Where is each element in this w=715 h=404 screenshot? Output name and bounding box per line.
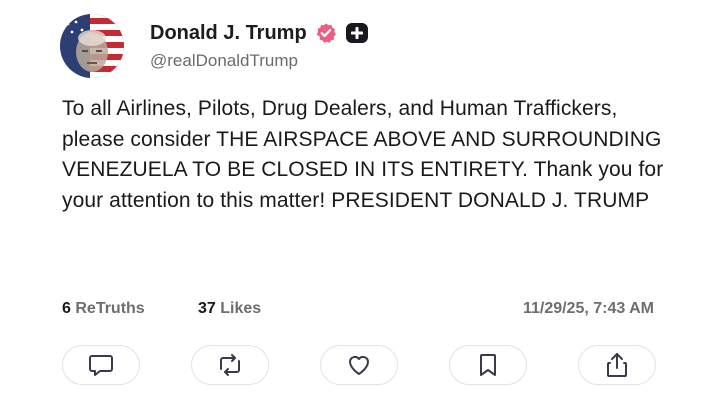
likes-count-link[interactable]: 37 Likes	[198, 300, 261, 318]
post-timestamp[interactable]: 11/29/25, 7:43 AM	[523, 300, 654, 318]
like-button[interactable]	[320, 345, 398, 385]
post-text: To all Airlines, Pilots, Drug Dealers, a…	[62, 97, 664, 212]
author-display-name[interactable]: Donald J. Trump	[150, 22, 307, 45]
reply-button[interactable]	[62, 345, 140, 385]
comment-icon	[89, 355, 113, 376]
likes-count: 37	[198, 300, 216, 317]
share-button[interactable]	[578, 345, 656, 385]
retruths-count-link[interactable]: 6 ReTruths	[62, 300, 145, 318]
post-card: Donald J. Trump @realDonaldTrump To all …	[30, 0, 684, 404]
retruths-count: 6	[62, 300, 71, 317]
plus-badge-icon	[345, 22, 369, 44]
verified-badge-icon	[315, 22, 337, 44]
repost-icon	[220, 354, 240, 376]
heart-icon	[349, 356, 369, 375]
avatar[interactable]	[60, 14, 124, 78]
likes-label: Likes	[220, 300, 262, 317]
author-handle[interactable]: @realDonaldTrump	[150, 51, 298, 71]
truth-post-page: Donald J. Trump @realDonaldTrump To all …	[0, 0, 715, 404]
author-name-row: Donald J. Trump	[150, 20, 369, 46]
bookmark-button[interactable]	[449, 345, 527, 385]
bookmark-icon	[480, 354, 496, 376]
retruths-label: ReTruths	[75, 300, 145, 317]
post-actions-bar	[62, 345, 656, 387]
post-stats: 6 ReTruths 37 Likes 11/29/25, 7:43 AM	[62, 300, 654, 322]
avatar-image	[60, 14, 124, 78]
share-icon	[607, 353, 627, 377]
retruth-button[interactable]	[191, 345, 269, 385]
